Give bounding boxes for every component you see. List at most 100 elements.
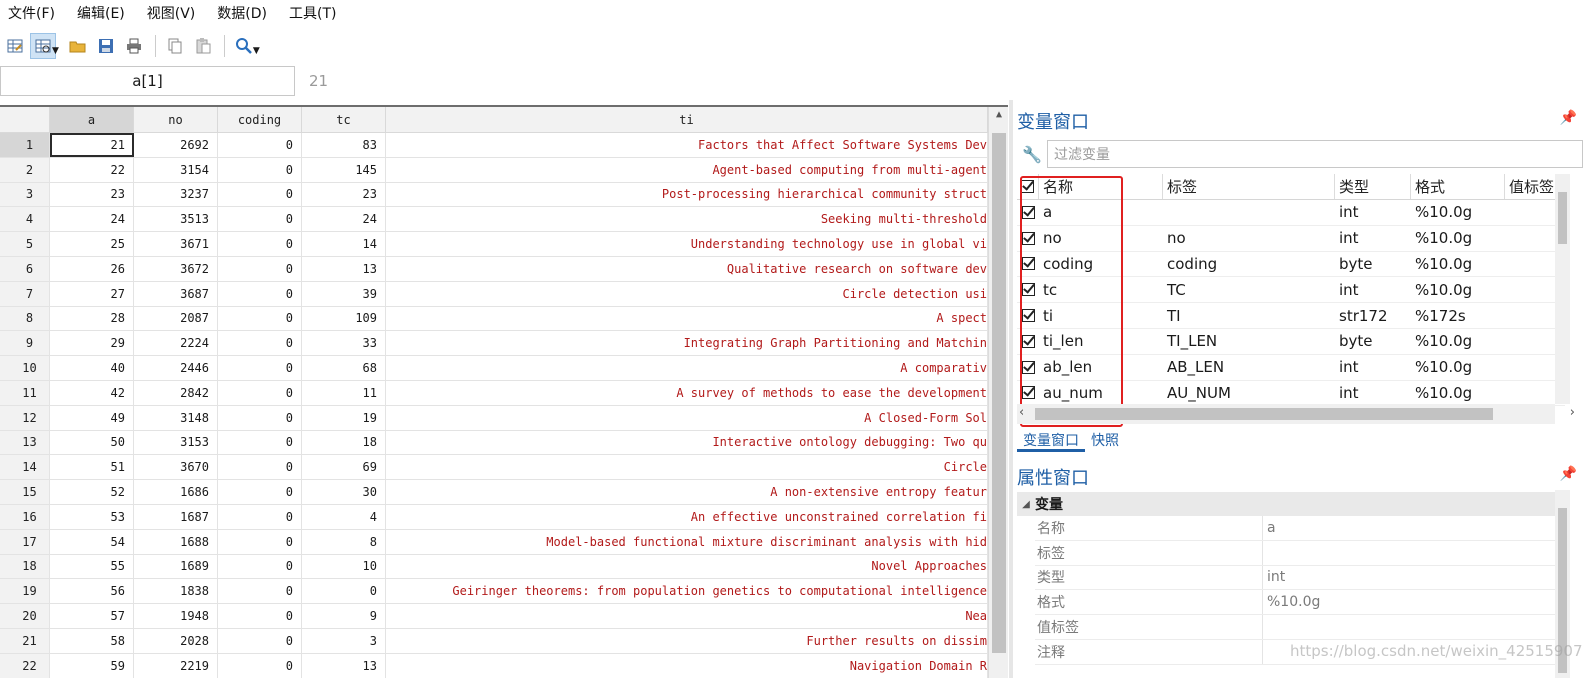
cell-a[interactable]: 59 [50,653,134,678]
cell-no[interactable]: 2224 [134,331,218,356]
cell-value-field[interactable]: 21 [303,66,1008,96]
cell-tc[interactable]: 145 [302,157,386,182]
cell-a[interactable]: 22 [50,157,134,182]
cell-ti[interactable]: An effective unconstrained correlation f… [386,504,988,529]
cell-coding[interactable]: 0 [218,232,302,256]
table-row[interactable]: 20 57 1948 0 9 Nea [0,604,988,629]
cell-ti[interactable]: A Closed-Form Sol [386,405,988,430]
wrench-icon[interactable]: 🔧 [1017,145,1047,164]
collapse-triangle-icon[interactable]: ◢ [1017,499,1035,510]
corner-cell[interactable] [0,107,50,133]
property-row[interactable]: 名称 a [1035,516,1565,541]
cell-tc[interactable]: 14 [302,232,386,256]
print-icon[interactable] [121,33,147,59]
cell-reference-field[interactable]: a[1] [0,66,295,96]
table-row[interactable]: 3 23 3237 0 23 Post-processing hierarchical c… [0,182,988,208]
cell-ti[interactable]: A spect [386,306,988,331]
cell-a[interactable]: 55 [50,554,134,579]
table-row[interactable]: 21 58 2028 0 3 Further results on dissim [0,628,988,654]
cell-no[interactable]: 3670 [134,455,218,480]
row-number[interactable]: 6 [0,256,50,281]
cell-a[interactable]: 24 [50,207,134,232]
cell-coding[interactable]: 0 [218,133,302,157]
property-row[interactable]: 类型 int [1035,565,1565,591]
cell-no[interactable]: 2219 [134,653,218,678]
cell-tc[interactable]: 8 [302,529,386,554]
chevron-down-icon[interactable]: ▼ [253,46,260,56]
header-type[interactable]: 类型 [1335,174,1411,199]
cell-tc[interactable]: 30 [302,480,386,504]
cell-ti[interactable]: A comparativ [386,356,988,380]
cell-coding[interactable]: 0 [218,579,302,604]
cell-a[interactable]: 26 [50,256,134,281]
column-header-tc[interactable]: tc [302,107,386,133]
column-header-no[interactable]: no [134,107,218,133]
row-number[interactable]: 11 [0,380,50,405]
cell-a[interactable]: 49 [50,405,134,430]
cell-ti[interactable]: Further results on dissim [386,628,988,653]
variables-vertical-scrollbar[interactable] [1555,174,1570,404]
grid-vertical-scrollbar[interactable]: ▲ [988,107,1008,678]
cell-ti[interactable]: A non-extensive entropy featur [386,480,988,504]
row-number[interactable]: 14 [0,455,50,480]
cell-coding[interactable]: 0 [218,182,302,207]
property-value[interactable]: a [1263,520,1276,536]
cell-ti[interactable]: Navigation Domain R [386,653,988,678]
row-number[interactable]: 12 [0,405,50,430]
row-number[interactable]: 20 [0,604,50,628]
table-row[interactable]: 8 28 2087 0 109 A spect [0,306,988,332]
cell-no[interactable]: 2842 [134,380,218,405]
cell-tc[interactable]: 9 [302,604,386,628]
table-row[interactable]: 7 27 3687 0 39 Circle detection usi [0,281,988,307]
cell-tc[interactable]: 11 [302,380,386,405]
cell-a[interactable]: 42 [50,380,134,405]
paste-icon[interactable] [190,33,216,59]
scroll-left-icon[interactable]: ‹ [1019,405,1024,420]
cell-coding[interactable]: 0 [218,405,302,430]
row-number[interactable]: 22 [0,653,50,678]
property-row[interactable]: 格式 %10.0g [1035,590,1565,616]
cell-ti[interactable]: Understanding technology use in global v… [386,232,988,256]
cell-coding[interactable]: 0 [218,356,302,380]
table-row[interactable]: 15 52 1686 0 30 A non-extensive entropy featu… [0,480,988,505]
scrollbar-thumb[interactable] [1558,192,1567,244]
cell-coding[interactable]: 0 [218,207,302,232]
cell-no[interactable]: 3513 [134,207,218,232]
cell-no[interactable]: 2446 [134,356,218,380]
cell-coding[interactable]: 0 [218,281,302,306]
property-value[interactable]: %10.0g [1263,594,1320,610]
cell-ti[interactable]: Post-processing hierarchical community s… [386,182,988,207]
cell-ti[interactable]: Circle [386,455,988,480]
table-row[interactable]: 4 24 3513 0 24 Seeking multi-threshold [0,207,988,233]
cell-no[interactable]: 2692 [134,133,218,157]
cell-coding[interactable]: 0 [218,380,302,405]
cell-no[interactable]: 1686 [134,480,218,504]
cell-a[interactable]: 29 [50,331,134,356]
cell-a[interactable]: 53 [50,504,134,529]
menu-file[interactable]: 文件(F) [8,3,55,23]
cell-tc[interactable]: 0 [302,579,386,604]
cell-a[interactable]: 54 [50,529,134,554]
row-number[interactable]: 2 [0,157,50,182]
row-number[interactable]: 15 [0,480,50,504]
cell-coding[interactable]: 0 [218,628,302,653]
cell-ti[interactable]: A survey of methods to ease the developm… [386,380,988,405]
row-number[interactable]: 17 [0,529,50,554]
header-label[interactable]: 标签 [1163,174,1335,199]
row-number[interactable]: 7 [0,281,50,306]
cell-tc[interactable]: 4 [302,504,386,529]
cell-a[interactable]: 50 [50,430,134,455]
row-number[interactable]: 18 [0,554,50,579]
cell-tc[interactable]: 69 [302,455,386,480]
cell-no[interactable]: 3148 [134,405,218,430]
row-number[interactable]: 13 [0,430,50,455]
pin-icon[interactable]: 📌 [1560,466,1577,482]
cell-tc[interactable]: 83 [302,133,386,157]
copy-icon[interactable] [162,33,188,59]
properties-section-variable[interactable]: ◢ 变量 [1017,492,1565,516]
cell-a[interactable]: 25 [50,232,134,256]
cell-coding[interactable]: 0 [218,529,302,554]
cell-no[interactable]: 2028 [134,628,218,653]
cell-no[interactable]: 3671 [134,232,218,256]
cell-ti[interactable]: Seeking multi-threshold [386,207,988,232]
